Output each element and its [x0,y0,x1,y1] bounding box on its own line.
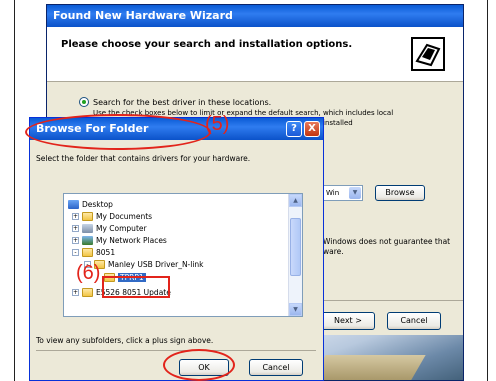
collapse-icon[interactable]: - [72,249,79,256]
computer-icon [82,224,93,233]
scroll-up-icon[interactable]: ▲ [289,194,302,207]
expand-icon[interactable]: + [72,289,79,296]
wizard-cancel-button[interactable]: Cancel [387,312,441,330]
radio-selected-icon[interactable] [79,97,89,107]
tree-item-label: My Documents [96,212,153,221]
network-icon [82,236,93,245]
folder-icon [82,248,93,257]
location-combo-value: Win [326,189,340,197]
wizard-header: Please choose your search and installati… [47,27,463,82]
tree-item-label: My Network Places [96,236,167,245]
tree-item-my-computer[interactable]: + My Computer [72,224,147,233]
close-icon[interactable]: X [304,121,320,137]
scroll-thumb[interactable] [290,218,301,276]
annotation-label-6: (6) [76,262,101,284]
next-button[interactable]: Next > [321,312,375,330]
desktop-icon [68,200,79,209]
expand-icon[interactable]: + [72,213,79,220]
annotation-box-tprp1 [102,276,170,298]
wizard-title: Found New Hardware Wizard [47,5,463,27]
browse-for-folder-dialog: Browse For Folder ? X Select the folder … [29,117,324,381]
tree-item-my-network-places[interactable]: + My Network Places [72,236,167,245]
hardware-wizard-icon [411,37,445,71]
annotation-ellipse-title [25,114,211,150]
tree-item-label: Manley USB Driver_N-link [108,260,204,269]
dialog-instruction: Select the folder that contains drivers … [36,154,251,163]
tree-item-label: My Computer [96,224,147,233]
search-best-driver-option[interactable]: Search for the best driver in these loca… [79,97,271,107]
radio-option-label: Search for the best driver in these loca… [93,97,272,107]
tree-item-manley-usb-driver[interactable]: - Manley USB Driver_N-link [84,260,204,269]
tree-item-desktop[interactable]: Desktop [68,200,113,209]
expand-icon[interactable]: + [72,225,79,232]
folder-icon [82,212,93,221]
annotation-label-5: (5) [205,113,230,135]
folder-icon [82,288,93,297]
tree-item-8051[interactable]: - 8051 [72,248,115,257]
help-icon[interactable]: ? [286,121,302,137]
tree-item-my-documents[interactable]: + My Documents [72,212,152,221]
dialog-cancel-button[interactable]: Cancel [249,359,303,376]
browse-button[interactable]: Browse [375,185,425,201]
subfolder-hint: To view any subfolders, click a plus sig… [36,336,214,345]
location-combo[interactable]: Win ▼ [323,185,363,201]
tree-item-label: Desktop [82,200,113,209]
scroll-down-icon[interactable]: ▼ [289,303,302,316]
dialog-divider [36,350,316,351]
wizard-heading: Please choose your search and installati… [61,39,353,50]
wizard-warning-text: Windows does not guarantee that ware. [323,237,451,256]
tree-item-label: 8051 [96,248,116,257]
expand-icon[interactable]: + [72,237,79,244]
tree-scrollbar[interactable]: ▲ ▼ [288,194,302,316]
chevron-down-icon[interactable]: ▼ [349,187,361,199]
folder-tree[interactable]: Desktop + My Documents + My Computer + M… [63,193,303,317]
annotation-ellipse-ok [163,349,235,381]
wizard-sub-text-2: installed [323,119,353,127]
